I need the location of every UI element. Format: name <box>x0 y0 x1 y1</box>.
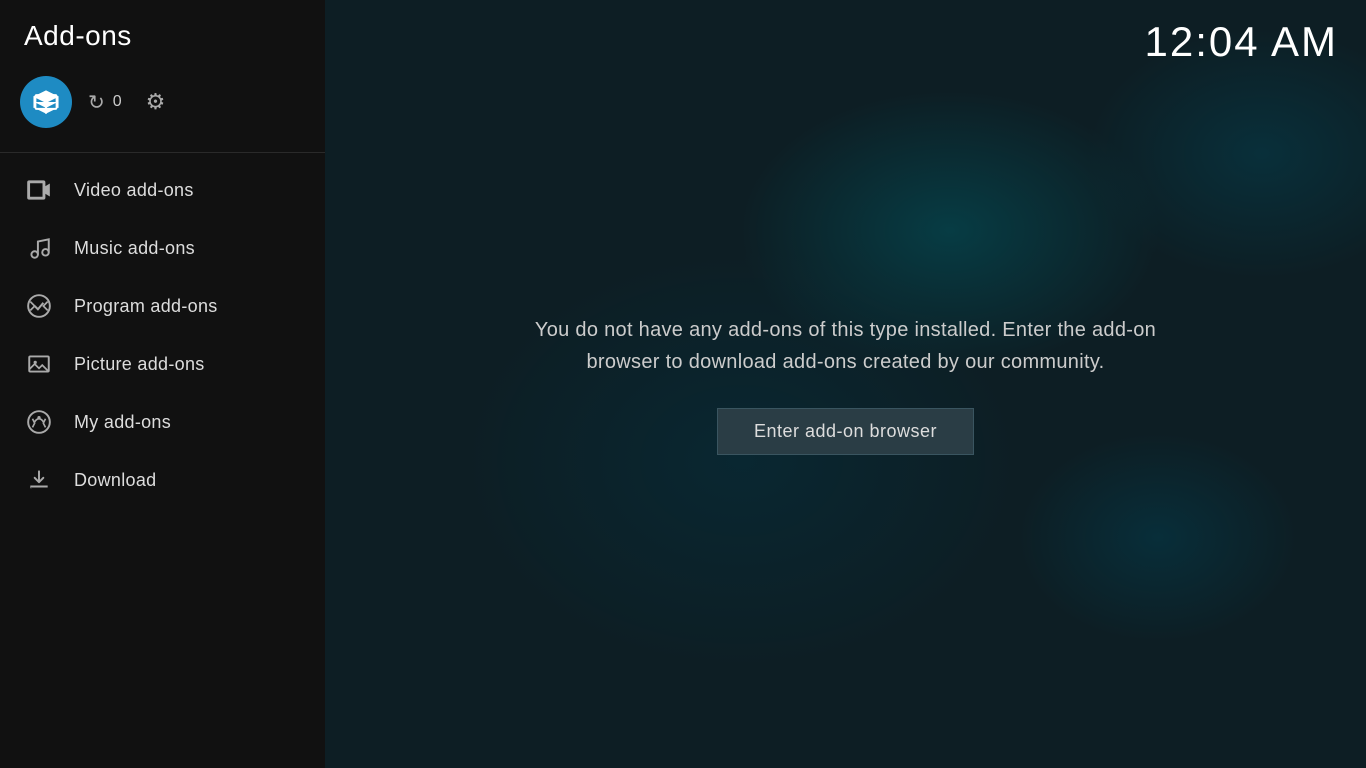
addon-icon[interactable] <box>20 76 72 128</box>
video-icon <box>24 175 54 205</box>
music-addons-label: Music add-ons <box>74 238 195 259</box>
program-icon <box>24 291 54 321</box>
enter-addon-browser-button[interactable]: Enter add-on browser <box>717 408 974 455</box>
sidebar-top-bar: ↻ 0 ⚙ <box>0 68 325 152</box>
sidebar-item-music-addons[interactable]: Music add-ons <box>0 219 325 277</box>
sidebar: Add-ons ↻ 0 ⚙ Video add-ons <box>0 0 325 768</box>
my-addons-label: My add-ons <box>74 412 171 433</box>
clock: 12:04 AM <box>1145 18 1338 66</box>
refresh-count: 0 <box>113 93 122 111</box>
refresh-icon: ↻ <box>88 90 105 115</box>
center-content: You do not have any add-ons of this type… <box>496 294 1196 475</box>
sidebar-item-my-addons[interactable]: My add-ons <box>0 393 325 451</box>
program-addons-label: Program add-ons <box>74 296 218 317</box>
refresh-area[interactable]: ↻ 0 <box>88 90 122 115</box>
picture-addons-label: Picture add-ons <box>74 354 205 375</box>
sidebar-item-program-addons[interactable]: Program add-ons <box>0 277 325 335</box>
picture-icon <box>24 349 54 379</box>
sidebar-item-video-addons[interactable]: Video add-ons <box>0 161 325 219</box>
sidebar-item-picture-addons[interactable]: Picture add-ons <box>0 335 325 393</box>
main-content: 12:04 AM You do not have any add-ons of … <box>325 0 1366 768</box>
divider <box>0 152 325 153</box>
settings-icon[interactable]: ⚙ <box>146 89 166 115</box>
sidebar-item-download[interactable]: Download <box>0 451 325 509</box>
my-addons-icon <box>24 407 54 437</box>
download-icon <box>24 465 54 495</box>
page-title: Add-ons <box>0 0 325 68</box>
download-label: Download <box>74 470 156 491</box>
video-addons-label: Video add-ons <box>74 180 194 201</box>
music-icon <box>24 233 54 263</box>
box-icon <box>32 88 60 116</box>
info-message: You do not have any add-ons of this type… <box>516 314 1176 378</box>
